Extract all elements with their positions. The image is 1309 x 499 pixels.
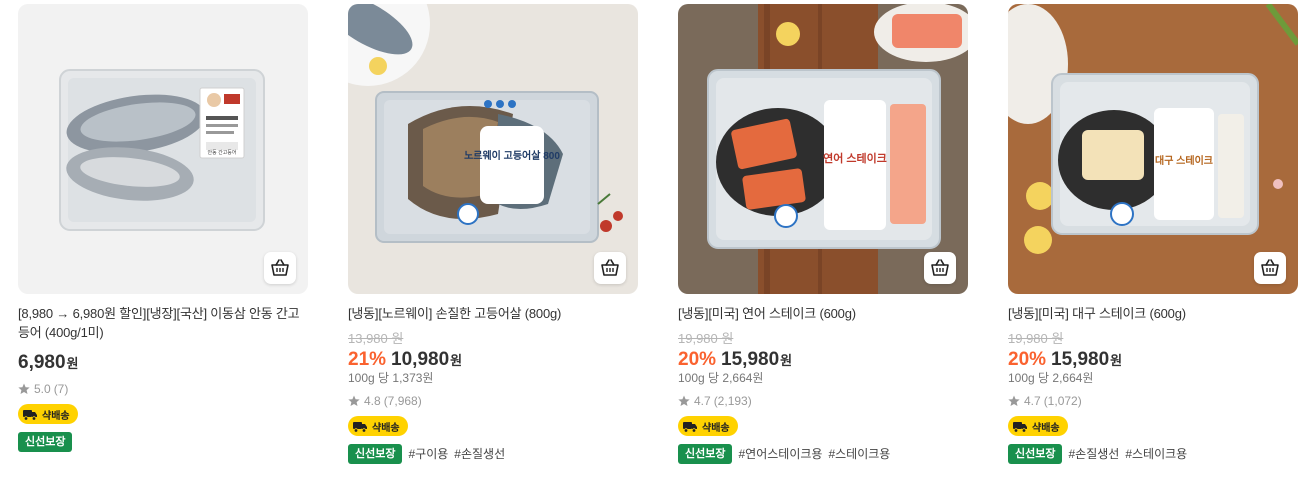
price-row: 20% 15,980 원 bbox=[678, 349, 968, 371]
product-image[interactable]: 안동 간고등어 bbox=[18, 4, 308, 294]
currency-label: 원 bbox=[1110, 353, 1123, 368]
product-image[interactable]: 연어 스테이크 bbox=[678, 4, 968, 294]
product-image[interactable]: 대구 스테이크 bbox=[1008, 4, 1298, 294]
hashtag[interactable]: #손질생선 bbox=[1068, 445, 1119, 462]
price-row: 21% 10,980 원 bbox=[348, 349, 638, 371]
rating-score: 4.7 bbox=[694, 394, 711, 408]
delivery-badge-label: 샥배송 bbox=[372, 422, 400, 434]
rating: 4.7 (2,193) bbox=[678, 394, 968, 408]
cart-icon bbox=[601, 259, 619, 276]
unit-price: 100g 당 2,664원 bbox=[678, 371, 764, 385]
truck-icon bbox=[353, 421, 367, 433]
svg-text:안동 간고등어: 안동 간고등어 bbox=[208, 149, 237, 156]
tag-row: 신선보장 #구이용 #손질생선 bbox=[348, 443, 638, 464]
hashtag[interactable]: #손질생선 bbox=[454, 445, 505, 462]
product-card[interactable]: 연어 스테이크 [냉동][미국] 연어 스테이크 (600g) 19,980 원… bbox=[678, 4, 968, 464]
original-price: 19,980 원 bbox=[1008, 331, 1064, 346]
fresh-guarantee-badge: 신선보장 bbox=[348, 443, 403, 464]
hashtag[interactable]: #구이용 bbox=[408, 445, 448, 462]
truck-icon bbox=[1013, 421, 1027, 433]
hashtag[interactable]: #연어스테이크용 bbox=[738, 445, 822, 462]
unit-price: 100g 당 2,664원 bbox=[1008, 371, 1094, 385]
fresh-guarantee-badge: 신선보장 bbox=[1008, 443, 1063, 464]
delivery-badge: 샥배송 bbox=[678, 416, 738, 436]
product-price: 15,980 bbox=[1051, 349, 1110, 370]
product-name[interactable]: [8,980 → 6,980원 할인][냉장][국산] 이동삼 안동 간고등어 … bbox=[18, 304, 308, 342]
product-grid: 안동 간고등어 [8,980 → 6,980원 할인][냉장][국산] 이동삼 … bbox=[0, 0, 1309, 499]
cart-icon bbox=[271, 259, 289, 276]
product-name[interactable]: [냉동][노르웨이] 손질한 고등어살 (800g) bbox=[348, 304, 638, 323]
mackerel-tray-image: 안동 간고등어 bbox=[18, 4, 308, 294]
cart-icon bbox=[931, 259, 949, 276]
delivery-badge: 샥배송 bbox=[348, 416, 408, 436]
delivery-badge: 샥배송 bbox=[1008, 416, 1068, 436]
star-icon bbox=[1008, 395, 1020, 406]
star-icon bbox=[348, 395, 360, 406]
product-image[interactable]: 노르웨이 고등어살 800 bbox=[348, 4, 638, 294]
unit-price: 100g 당 1,373원 bbox=[348, 371, 434, 385]
discount-rate: 20% bbox=[678, 349, 717, 370]
currency-label: 원 bbox=[66, 356, 79, 371]
product-card[interactable]: 안동 간고등어 [8,980 → 6,980원 할인][냉장][국산] 이동삼 … bbox=[18, 4, 308, 452]
svg-text:대구 스테이크: 대구 스테이크 bbox=[1155, 154, 1213, 167]
product-name[interactable]: [냉동][미국] 연어 스테이크 (600g) bbox=[678, 304, 968, 323]
original-price: 19,980 원 bbox=[678, 331, 734, 346]
truck-icon bbox=[683, 421, 697, 433]
review-count: (2,193) bbox=[713, 394, 752, 408]
delivery-badge: 샥배송 bbox=[18, 404, 78, 424]
rating-score: 4.7 bbox=[1024, 394, 1041, 408]
fresh-guarantee-badge: 신선보장 bbox=[678, 443, 733, 464]
hashtag[interactable]: #스테이크용 bbox=[1125, 445, 1187, 462]
product-card[interactable]: 노르웨이 고등어살 800 [냉동][노르웨이] 손질한 고등어살 (800g)… bbox=[348, 4, 638, 464]
delivery-badge-label: 샥배송 bbox=[1032, 422, 1060, 434]
tag-row: 신선보장 #손질생선 #스테이크용 bbox=[1008, 443, 1298, 464]
star-icon bbox=[678, 395, 690, 406]
salmon-steak-image: 연어 스테이크 bbox=[678, 4, 968, 294]
discount-rate: 21% bbox=[348, 349, 387, 370]
review-count: (1,072) bbox=[1043, 394, 1082, 408]
product-price: 6,980 bbox=[18, 352, 66, 373]
product-card[interactable]: 대구 스테이크 [냉동][미국] 대구 스테이크 (600g) 19,980 원… bbox=[1008, 4, 1298, 464]
svg-text:노르웨이 고등어살 800: 노르웨이 고등어살 800 bbox=[464, 149, 560, 162]
currency-label: 원 bbox=[450, 353, 463, 368]
delivery-badge-label: 샥배송 bbox=[702, 422, 730, 434]
product-price: 15,980 bbox=[721, 349, 780, 370]
rating-score: 4.8 bbox=[364, 394, 381, 408]
tag-row: 신선보장 #연어스테이크용 #스테이크용 bbox=[678, 443, 968, 464]
rating: 4.8 (7,968) bbox=[348, 394, 638, 408]
svg-text:연어 스테이크: 연어 스테이크 bbox=[823, 151, 887, 165]
mackerel-fillet-image: 노르웨이 고등어살 800 bbox=[348, 4, 638, 294]
star-icon bbox=[18, 383, 30, 394]
original-price: 13,980 원 bbox=[348, 331, 404, 346]
delivery-badge-label: 샥배송 bbox=[42, 410, 70, 422]
cod-steak-image: 대구 스테이크 bbox=[1008, 4, 1298, 294]
review-count: (7,968) bbox=[383, 394, 422, 408]
add-to-cart-button[interactable] bbox=[594, 252, 626, 284]
hashtag[interactable]: #스테이크용 bbox=[828, 445, 890, 462]
fresh-guarantee-badge: 신선보장 bbox=[18, 431, 73, 452]
add-to-cart-button[interactable] bbox=[264, 252, 296, 284]
tag-row: 신선보장 bbox=[18, 431, 308, 452]
price-row: 6,980 원 bbox=[18, 352, 308, 374]
rating-score: 5.0 bbox=[34, 382, 51, 396]
rating: 4.7 (1,072) bbox=[1008, 394, 1298, 408]
truck-icon bbox=[23, 409, 37, 421]
product-price: 10,980 bbox=[391, 349, 450, 370]
rating: 5.0 (7) bbox=[18, 382, 308, 396]
discount-rate: 20% bbox=[1008, 349, 1047, 370]
cart-icon bbox=[1261, 259, 1279, 276]
add-to-cart-button[interactable] bbox=[1254, 252, 1286, 284]
add-to-cart-button[interactable] bbox=[924, 252, 956, 284]
currency-label: 원 bbox=[780, 353, 793, 368]
review-count: (7) bbox=[53, 382, 69, 396]
price-row: 20% 15,980 원 bbox=[1008, 349, 1298, 371]
product-name[interactable]: [냉동][미국] 대구 스테이크 (600g) bbox=[1008, 304, 1298, 323]
